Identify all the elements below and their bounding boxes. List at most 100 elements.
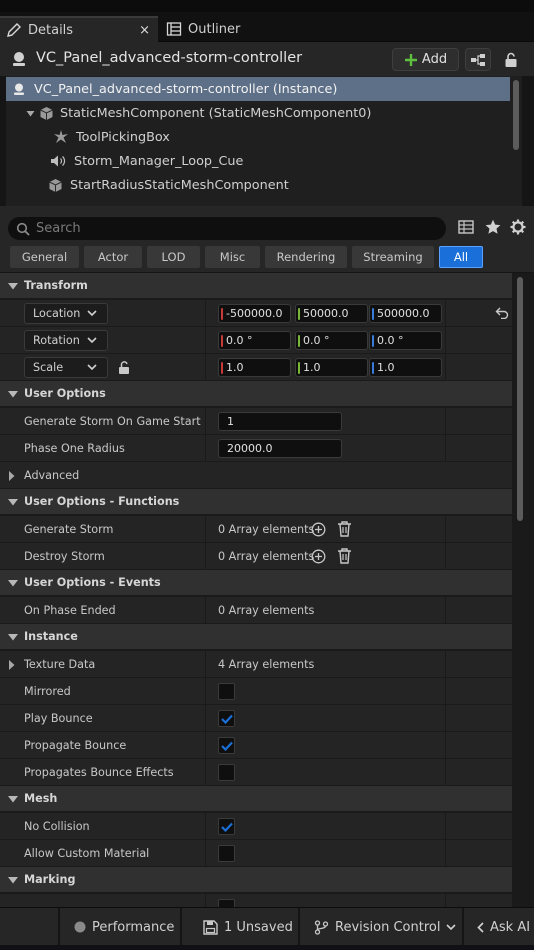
tree-item-static-mesh[interactable]: StaticMeshComponent (StaticMeshComponent… [6,101,510,125]
rotation-x-input[interactable]: 0.0 ° [218,331,291,350]
rotation-z-input[interactable]: 0.0 ° [369,331,442,350]
filter-actor[interactable]: Actor [84,246,142,268]
tab-details[interactable]: Details × [0,16,158,42]
row-rotation: Rotation 0.0 ° 0.0 ° 0.0 ° [0,327,512,354]
tree-item-root[interactable]: VC_Panel_advanced-storm-controller (Inst… [6,77,510,101]
section-user-options-functions[interactable]: User Options - Functions [0,489,512,515]
row-location: Location -500000.0 50000.0 500000.0 [0,300,512,327]
unsaved-button[interactable]: 1 Unsaved [203,908,293,946]
row-texture-data[interactable]: Texture Data 4 Array elements [0,651,512,678]
expand-triangle-icon[interactable] [26,109,35,118]
expand-triangle-icon [8,471,15,481]
row-marking-partial [0,894,512,907]
search-field[interactable] [8,217,446,240]
row-mirrored: Mirrored [0,678,512,705]
window-bottom-strip [0,945,534,950]
search-input[interactable] [36,221,416,236]
section-label: Instance [24,630,78,643]
tree-item-start-radius[interactable]: StartRadiusStaticMeshComponent [6,173,510,197]
filter-streaming[interactable]: Streaming [352,246,434,268]
marking-checkbox[interactable] [218,899,235,907]
component-tree: VC_Panel_advanced-storm-controller (Inst… [6,76,522,206]
play-bounce-checkbox[interactable] [218,710,235,727]
chevron-down-icon [87,364,97,371]
ask-ai-button[interactable]: Ask AI [477,908,530,946]
property-scrollbar[interactable] [512,273,534,907]
mirrored-checkbox[interactable] [218,683,235,700]
propagate-bounce-checkbox[interactable] [218,737,235,754]
unlock-icon [504,52,518,68]
filter-misc[interactable]: Misc [205,246,260,268]
checkmark-icon [220,741,233,751]
allow-custom-material-checkbox[interactable] [218,845,235,862]
rotation-y-input[interactable]: 0.0 ° [295,331,368,350]
filter-lod[interactable]: LOD [147,246,200,268]
table-view-icon[interactable] [458,219,474,235]
row-advanced[interactable]: Advanced [0,462,512,489]
section-marking[interactable]: Marking [0,867,512,893]
tab-outliner[interactable]: Outliner [160,16,280,42]
tree-item-label: StartRadiusStaticMeshComponent [70,177,289,193]
static-mesh-icon [48,178,63,193]
filter-general[interactable]: General [10,246,79,268]
location-y-input[interactable]: 50000.0 [295,304,368,323]
chevron-down-icon [446,923,457,931]
lock-button[interactable] [498,48,524,71]
performance-button[interactable]: Performance [74,908,174,946]
status-bar: Performance 1 Unsaved Revision Control A… [0,907,534,946]
no-collision-checkbox[interactable] [218,818,235,835]
add-button[interactable]: Add [392,48,459,71]
revision-control-label: Revision Control [335,919,441,935]
tree-item-label: StaticMeshComponent (StaticMeshComponent… [60,105,372,121]
array-count: 4 Array elements [218,657,315,671]
reset-arrow-icon[interactable] [495,307,509,319]
branch-icon [314,919,329,935]
gear-icon[interactable] [510,219,526,235]
rotation-mode-dropdown[interactable]: Rotation [24,330,108,351]
scale-x-input[interactable]: 1.0 [218,358,291,377]
section-instance[interactable]: Instance [0,624,512,650]
trash-icon[interactable] [337,548,352,564]
location-z-input[interactable]: 500000.0 [369,304,442,323]
scrollbar-thumb[interactable] [517,277,523,521]
unsaved-label: 1 Unsaved [224,919,293,935]
tab-outliner-label: Outliner [188,21,241,37]
row-on-phase-ended: On Phase Ended 0 Array elements [0,597,512,624]
section-user-options-events[interactable]: User Options - Events [0,570,512,596]
row-play-bounce: Play Bounce [0,705,512,732]
close-icon[interactable]: × [139,23,150,38]
scale-z-input[interactable]: 1.0 [369,358,442,377]
blueprint-button[interactable] [465,48,491,71]
section-mesh[interactable]: Mesh [0,786,512,812]
generate-storm-on-start-input[interactable]: 1 [218,412,342,431]
static-mesh-icon [39,106,54,121]
location-mode-dropdown[interactable]: Location [24,303,108,324]
section-user-options[interactable]: User Options [0,381,512,407]
tree-item-tool-picking-box[interactable]: ToolPickingBox [6,125,510,149]
expand-triangle-icon [8,660,15,670]
status-divider [298,908,300,946]
filter-rendering[interactable]: Rendering [265,246,347,268]
unlock-icon[interactable] [118,360,131,375]
page-title: VC_Panel_advanced-storm-controller [36,50,303,66]
filter-all[interactable]: All [439,246,483,268]
location-x-input[interactable]: -500000.0 [218,304,291,323]
tree-item-label: ToolPickingBox [76,129,170,145]
section-label: User Options - Functions [24,495,180,508]
trash-icon[interactable] [337,521,352,537]
chevron-left-icon [477,921,484,933]
tree-item-audio-cue[interactable]: Storm_Manager_Loop_Cue [6,149,510,173]
tree-scrollbar[interactable] [513,80,519,150]
section-label: User Options [24,387,106,400]
add-element-icon[interactable] [311,549,326,564]
actor-icon [12,82,26,96]
propagates-bounce-effects-checkbox[interactable] [218,764,235,781]
property-label: Generate Storm On Game Start [24,414,201,428]
scale-mode-dropdown[interactable]: Scale [24,357,108,378]
star-icon[interactable] [485,219,501,235]
scale-y-input[interactable]: 1.0 [295,358,368,377]
section-transform[interactable]: Transform [0,273,512,299]
revision-control-button[interactable]: Revision Control [314,908,457,946]
add-element-icon[interactable] [311,522,326,537]
phase-one-radius-input[interactable]: 20000.0 [218,439,342,458]
